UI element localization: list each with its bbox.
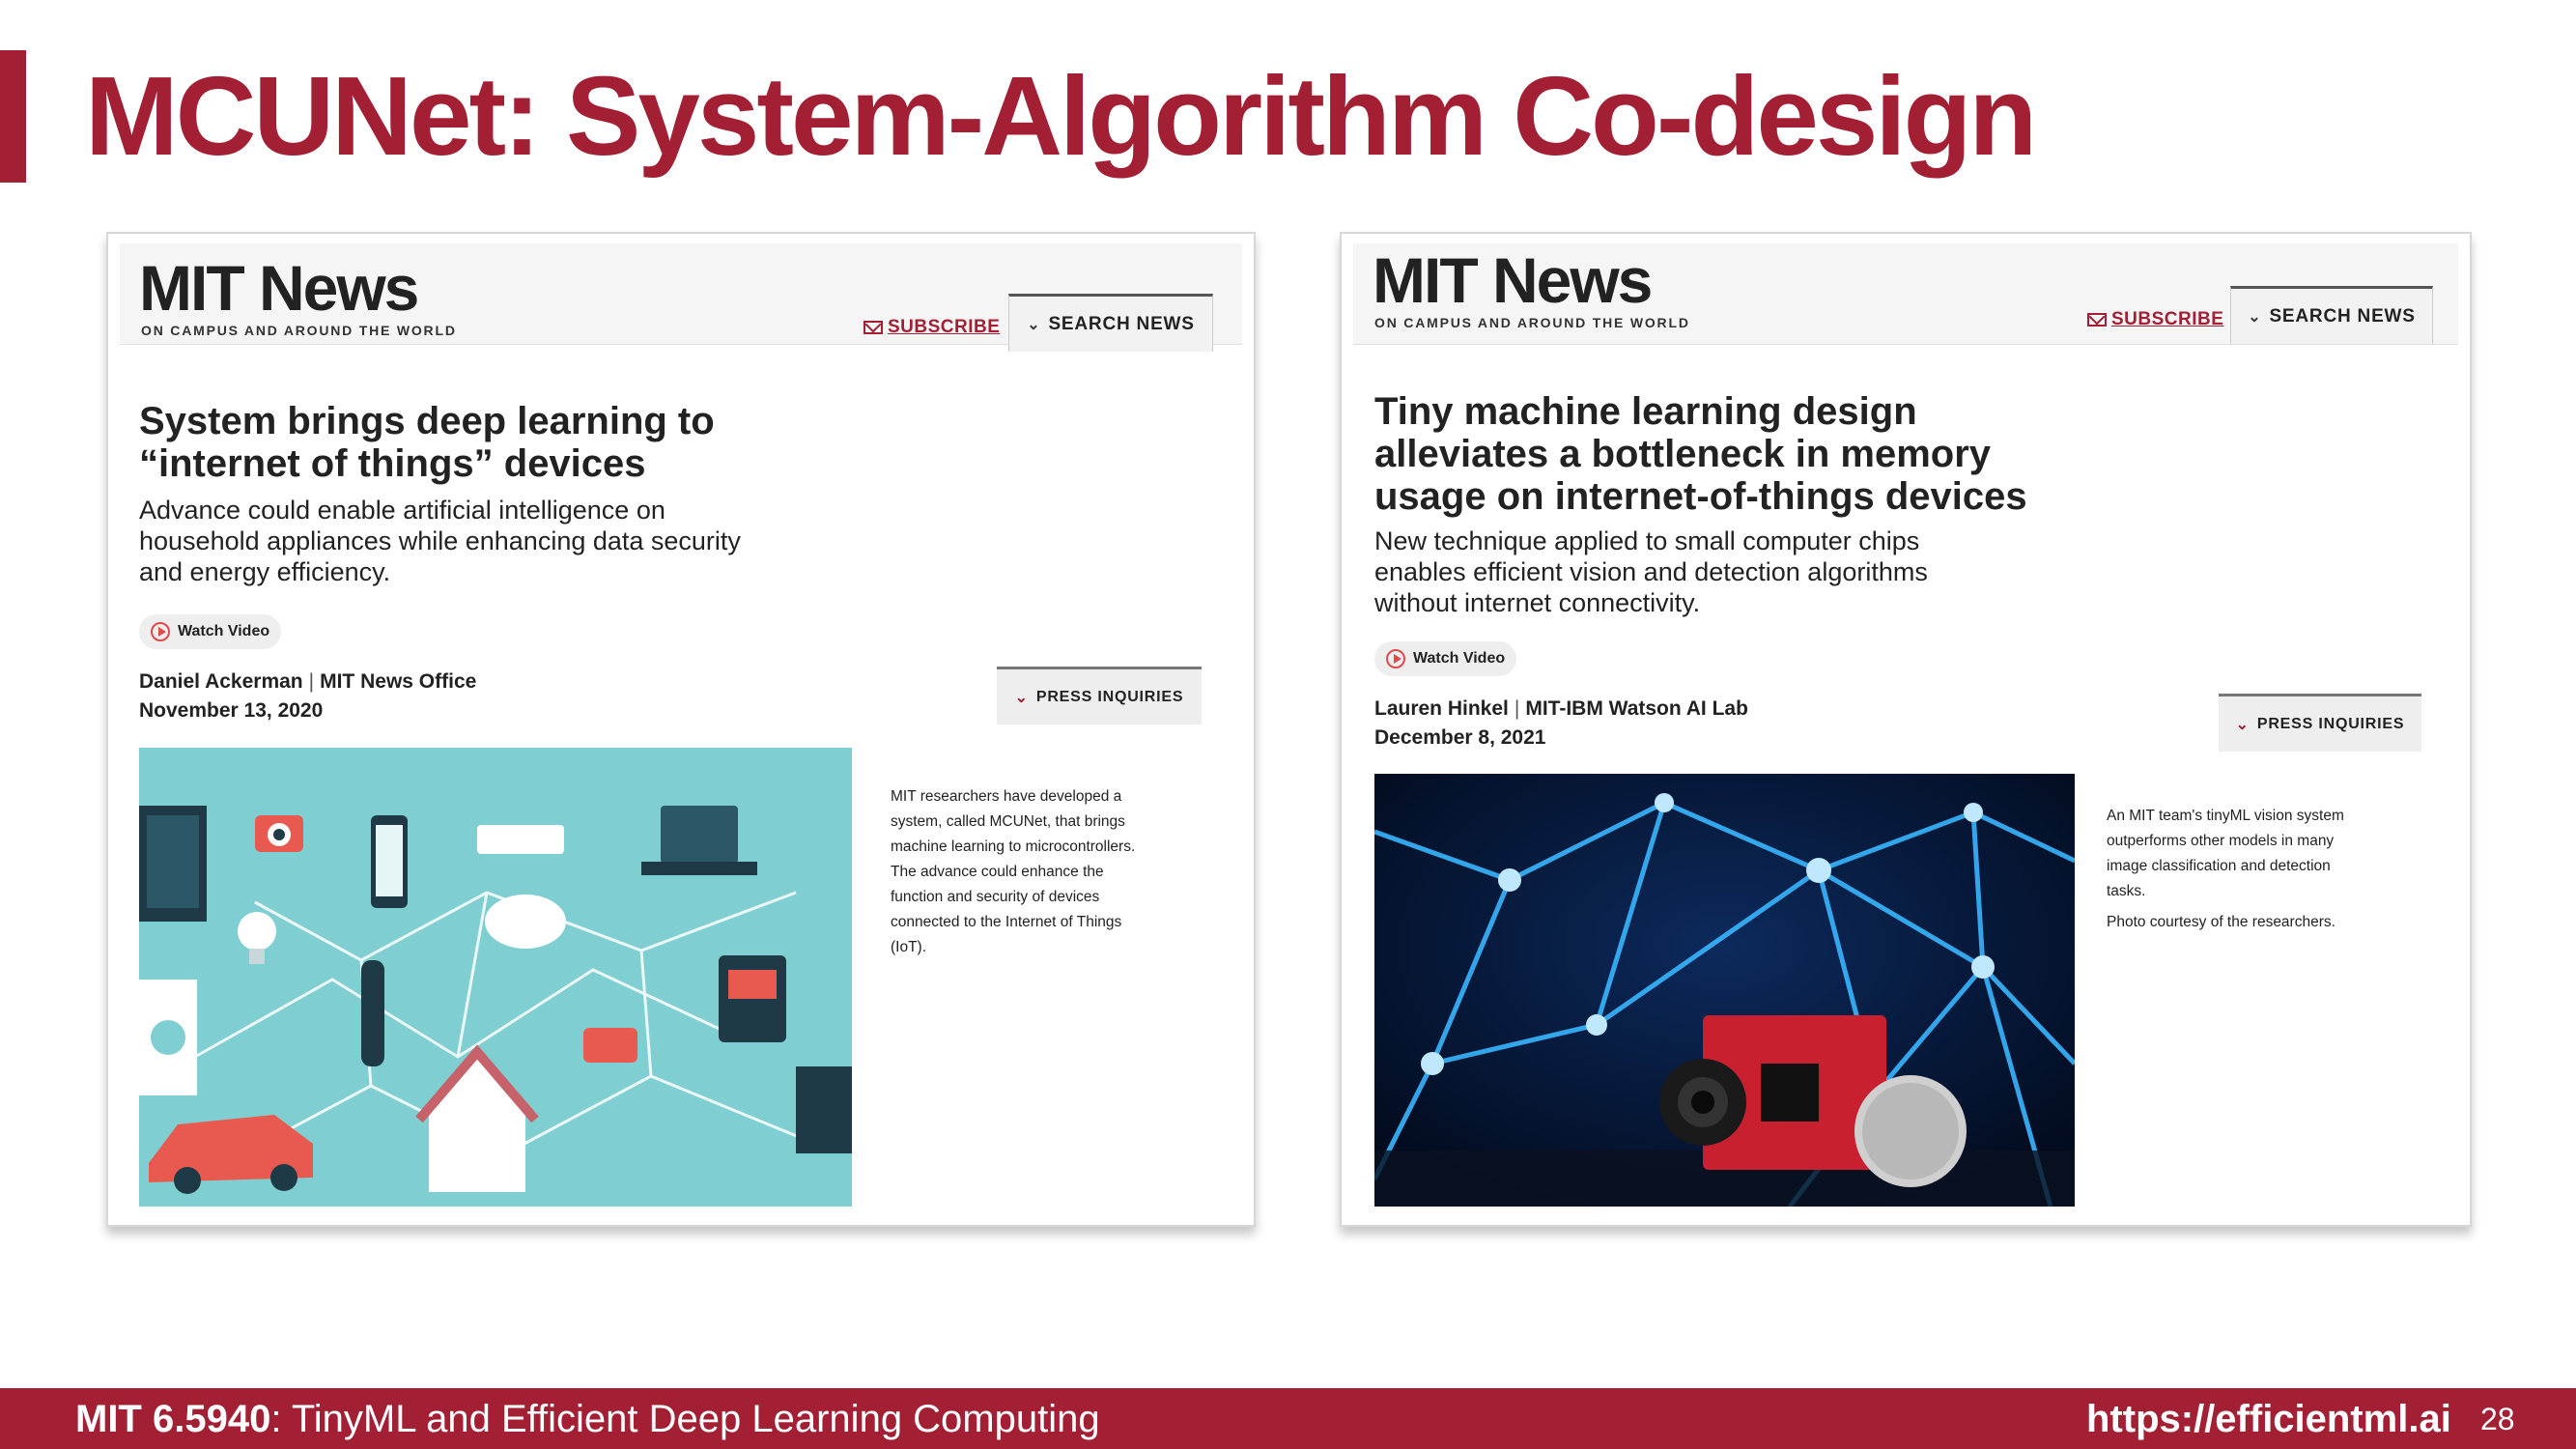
caption-line: connected to the Internet of Things bbox=[891, 914, 1122, 930]
news-header: MIT News ON CAMPUS AND AROUND THE WORLD … bbox=[1353, 243, 2458, 345]
iot-devices-illustration bbox=[139, 748, 852, 1207]
course-code: MIT 6.5940 bbox=[75, 1398, 271, 1440]
dek-line: and energy efficiency. bbox=[139, 557, 391, 586]
search-news-button[interactable]: ⌄ SEARCH NEWS bbox=[2230, 286, 2433, 344]
watch-video-button[interactable]: Watch Video bbox=[139, 614, 282, 649]
dek-line: enables efficient vision and detection a… bbox=[1374, 557, 1928, 586]
dek-line: without internet connectivity. bbox=[1374, 588, 1701, 617]
headline-line: alleviates a bottleneck in memory bbox=[1374, 433, 1992, 475]
article-headline[interactable]: System brings deep learning to “internet… bbox=[139, 400, 715, 485]
article-date: December 8, 2021 bbox=[1374, 726, 1546, 749]
subscribe-link[interactable]: SUBSCRIBE bbox=[863, 317, 1000, 338]
author-name[interactable]: Daniel Ackerman bbox=[139, 670, 303, 693]
press-inquiries-button[interactable]: ⌄ PRESS INQUIRIES bbox=[2219, 694, 2421, 752]
envelope-icon bbox=[2087, 313, 2107, 327]
dek-line: household appliances while enhancing dat… bbox=[139, 526, 741, 555]
caption-line: tasks. bbox=[2107, 883, 2146, 899]
title-accent-bar bbox=[0, 50, 26, 183]
watch-video-label: Watch Video bbox=[178, 623, 270, 639]
news-tagline: ON CAMPUS AND AROUND THE WORLD bbox=[1374, 315, 1690, 330]
chevron-down-icon: ⌄ bbox=[2235, 716, 2250, 733]
article-byline: Lauren Hinkel | MIT-IBM Watson AI Lab bbox=[1374, 697, 1748, 720]
news-header: MIT News ON CAMPUS AND AROUND THE WORLD … bbox=[120, 243, 1242, 352]
caption-line: function and security of devices bbox=[891, 889, 1100, 905]
caption-line: system, called MCUNet, that brings bbox=[891, 813, 1125, 830]
headline-line: Tiny machine learning design bbox=[1374, 390, 1917, 433]
caption-line: image classification and detection bbox=[2107, 858, 2331, 874]
dek-line: Advance could enable artificial intellig… bbox=[139, 496, 665, 525]
chevron-down-icon: ⌄ bbox=[2248, 308, 2262, 326]
watch-video-label: Watch Video bbox=[1413, 650, 1506, 667]
news-card-left: MIT News ON CAMPUS AND AROUND THE WORLD … bbox=[106, 232, 1256, 1227]
news-card-right: MIT News ON CAMPUS AND AROUND THE WORLD … bbox=[1340, 232, 2472, 1227]
author-affiliation: MIT News Office bbox=[320, 670, 477, 693]
image-caption: An MIT team's tinyML vision system outpe… bbox=[2107, 804, 2416, 935]
envelope-icon bbox=[863, 321, 883, 334]
course-url-link[interactable]: https://efficientml.ai bbox=[2086, 1398, 2451, 1440]
photo-credit: Photo courtesy of the researchers. bbox=[2107, 914, 2335, 930]
press-inquiries-button[interactable]: ⌄ PRESS INQUIRIES bbox=[997, 667, 1202, 724]
slide-footer: MIT 6.5940: TinyML and Efficient Deep Le… bbox=[0, 1388, 2576, 1449]
subscribe-link[interactable]: SUBSCRIBE bbox=[2087, 309, 2223, 330]
play-icon bbox=[151, 622, 170, 641]
watch-video-button[interactable]: Watch Video bbox=[1374, 641, 1517, 676]
chevron-down-icon: ⌄ bbox=[1027, 316, 1041, 333]
search-news-button[interactable]: ⌄ SEARCH NEWS bbox=[1008, 294, 1213, 352]
mit-news-logo[interactable]: MIT News bbox=[139, 253, 419, 323]
author-affiliation: MIT-IBM Watson AI Lab bbox=[1525, 697, 1748, 720]
subscribe-label: SUBSCRIBE bbox=[888, 317, 1001, 337]
headline-line: “internet of things” devices bbox=[139, 442, 646, 485]
headline-line: System brings deep learning to bbox=[139, 400, 715, 442]
search-news-label: SEARCH NEWS bbox=[1048, 313, 1195, 334]
caption-line: MIT researchers have developed a bbox=[891, 788, 1122, 805]
caption-line: machine learning to microcontrollers. bbox=[891, 838, 1136, 855]
press-inquiries-label: PRESS INQUIRIES bbox=[1035, 688, 1184, 705]
press-inquiries-label: PRESS INQUIRIES bbox=[2256, 715, 2405, 732]
caption-line: The advance could enhance the bbox=[891, 864, 1104, 880]
caption-line: (IoT). bbox=[891, 939, 927, 955]
image-caption: MIT researchers have developed a system,… bbox=[891, 784, 1200, 960]
article-headline[interactable]: Tiny machine learning design alleviates … bbox=[1374, 390, 2027, 518]
subscribe-label: SUBSCRIBE bbox=[2111, 309, 2224, 329]
article-dek: New technique applied to small computer … bbox=[1374, 526, 1928, 618]
caption-line: outperforms other models in many bbox=[2107, 833, 2335, 849]
article-date: November 13, 2020 bbox=[139, 699, 324, 722]
author-name[interactable]: Lauren Hinkel bbox=[1374, 697, 1509, 720]
course-title: MIT 6.5940: TinyML and Efficient Deep Le… bbox=[75, 1398, 1100, 1440]
slide-title: MCUNet: System-Algorithm Co-design bbox=[85, 53, 2037, 179]
mit-news-logo[interactable]: MIT News bbox=[1373, 245, 1653, 315]
dek-line: New technique applied to small computer … bbox=[1374, 526, 1920, 555]
microcontroller-network-photo bbox=[1374, 774, 2075, 1207]
news-tagline: ON CAMPUS AND AROUND THE WORLD bbox=[141, 323, 457, 338]
caption-line: An MIT team's tinyML vision system bbox=[2107, 808, 2344, 824]
headline-line: usage on internet-of-things devices bbox=[1374, 475, 2027, 518]
page-number: 28 bbox=[2480, 1402, 2515, 1436]
article-dek: Advance could enable artificial intellig… bbox=[139, 495, 741, 587]
play-icon bbox=[1386, 649, 1405, 668]
article-byline: Daniel Ackerman | MIT News Office bbox=[139, 670, 477, 693]
chevron-down-icon: ⌄ bbox=[1014, 689, 1029, 706]
course-name: : TinyML and Efficient Deep Learning Com… bbox=[270, 1398, 1100, 1440]
search-news-label: SEARCH NEWS bbox=[2269, 305, 2416, 327]
